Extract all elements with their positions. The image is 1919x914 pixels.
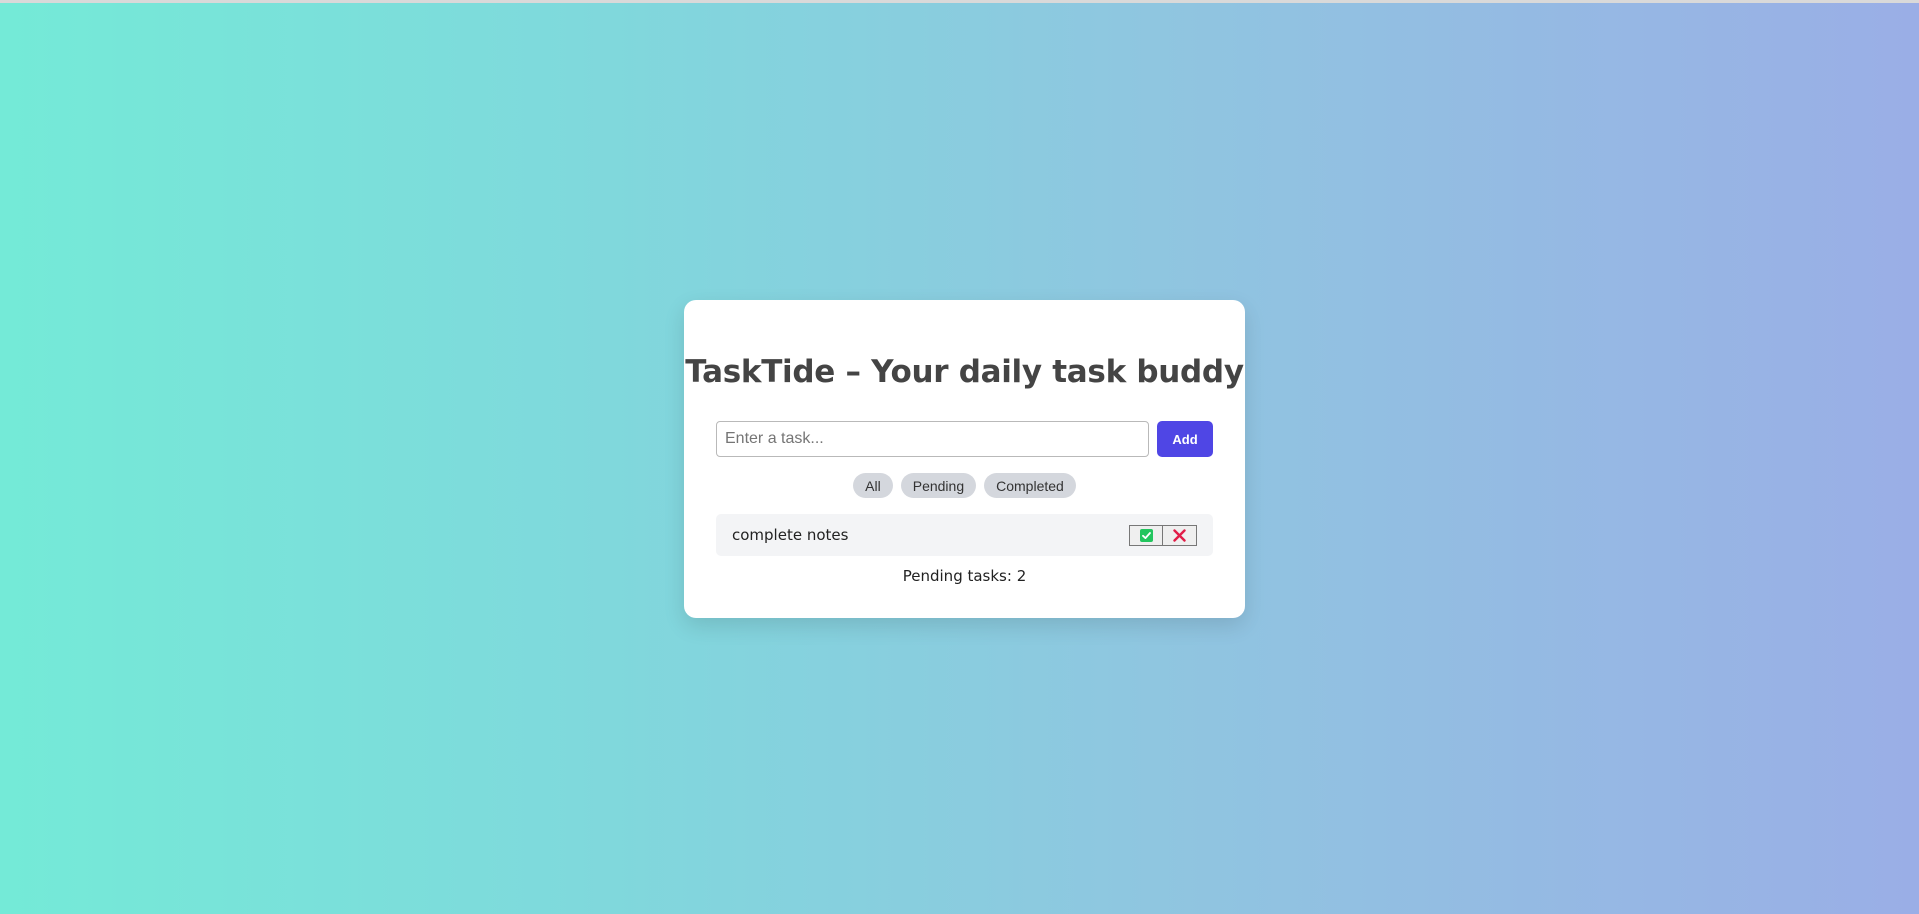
add-task-button[interactable]: Add	[1157, 421, 1213, 457]
close-icon	[1173, 529, 1186, 542]
window-top-border	[0, 0, 1919, 3]
filter-pending-button[interactable]: Pending	[900, 473, 977, 498]
pending-count: Pending tasks: 2	[902, 567, 1027, 585]
page-title: TaskTide – Your daily task buddy	[685, 354, 1244, 390]
complete-task-button[interactable]	[1129, 525, 1163, 546]
delete-task-button[interactable]	[1163, 525, 1197, 546]
task-actions	[1129, 525, 1197, 546]
filter-all-button[interactable]: All	[853, 473, 893, 498]
task-list: complete notes	[716, 514, 1213, 556]
filter-completed-button[interactable]: Completed	[984, 473, 1076, 498]
check-square-icon	[1139, 529, 1153, 542]
task-text: complete notes	[732, 526, 849, 544]
task-input[interactable]	[716, 421, 1149, 457]
task-item: complete notes	[716, 514, 1213, 556]
filter-bar: All Pending Completed	[684, 473, 1245, 498]
todo-card: TaskTide – Your daily task buddy Add All…	[684, 300, 1245, 618]
